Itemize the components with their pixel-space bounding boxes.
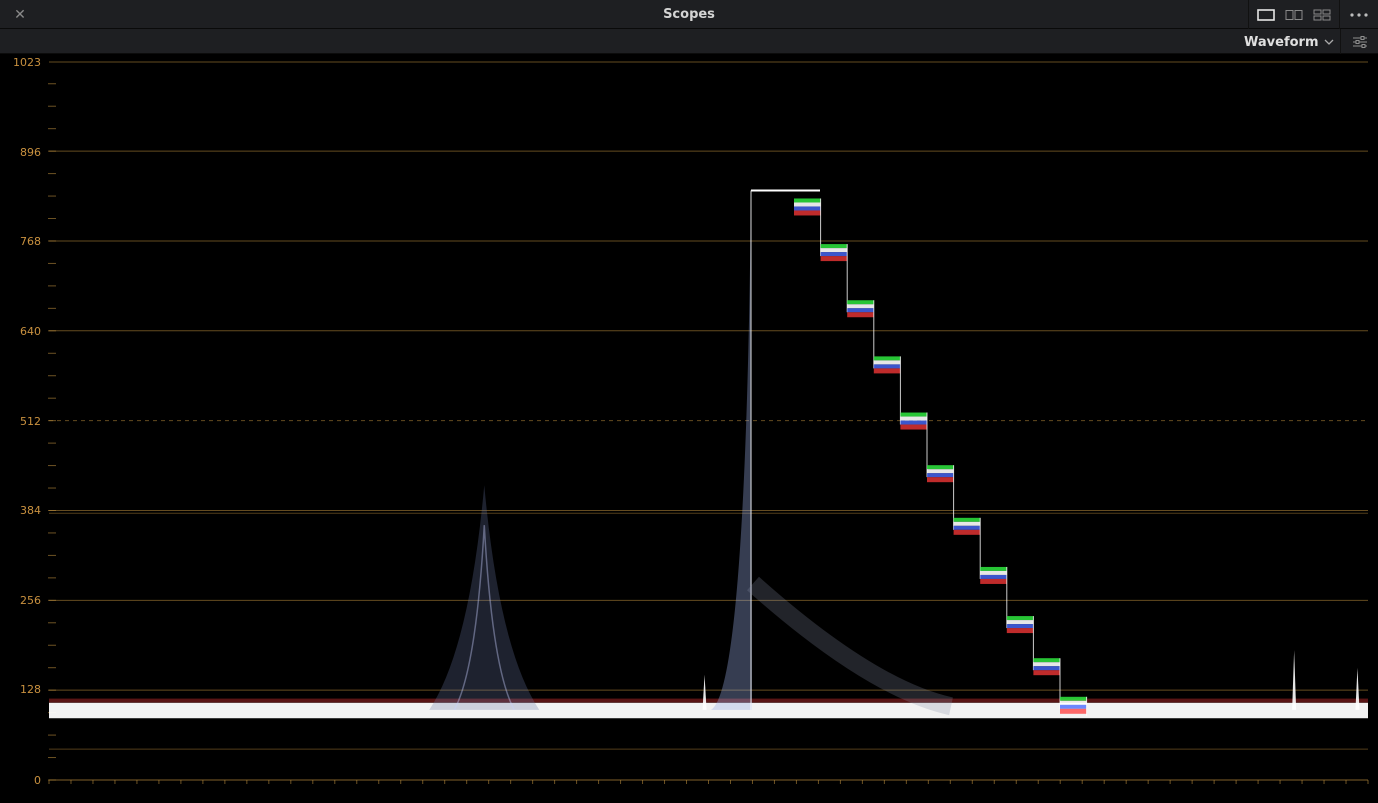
step-green (953, 517, 981, 522)
waveform-display: 1023 896 768 640 512 384 256 128 0 (13, 56, 1369, 787)
step-green (873, 356, 901, 361)
step-red (1060, 708, 1087, 714)
step-white (953, 521, 981, 526)
trace-ramp (711, 190, 752, 710)
step-blue (873, 364, 901, 369)
scale-label-512: 512 (20, 415, 41, 428)
chevron-down-icon (1325, 39, 1334, 45)
step-green (820, 244, 848, 249)
scale-label-0: 0 (34, 774, 41, 787)
step-white (794, 202, 821, 207)
dual-layout-button[interactable] (1283, 5, 1305, 25)
trace-spike (1292, 650, 1297, 710)
title-bar: ✕ Scopes (0, 0, 1378, 29)
sliders-icon (1352, 35, 1367, 48)
step-white (1006, 620, 1034, 625)
quad-layout-icon (1313, 9, 1331, 20)
graticule (48, 61, 1369, 784)
waveform-scope: 1023 896 768 640 512 384 256 128 0 (0, 54, 1378, 803)
step-red (847, 312, 874, 318)
step-green (1006, 616, 1034, 621)
step-blue (927, 473, 954, 478)
step-blue (820, 252, 848, 257)
step-blue (794, 206, 821, 211)
more-options-icon (1350, 12, 1368, 17)
step-blue (1060, 704, 1087, 709)
step-green (1060, 696, 1087, 701)
step-red (794, 210, 821, 216)
scale-label-1023: 1023 (13, 56, 41, 69)
step-green (900, 412, 927, 417)
step-red (900, 424, 927, 430)
step-red (1006, 628, 1034, 634)
step-red (980, 578, 1007, 584)
step-red (953, 529, 981, 535)
more-options-button[interactable] (1339, 0, 1378, 29)
baseline-red-edge (49, 698, 1368, 703)
scope-settings-button[interactable] (1340, 29, 1378, 54)
window-title: Scopes (663, 7, 715, 22)
step-white (847, 304, 874, 309)
quad-layout-button[interactable] (1311, 5, 1333, 25)
trace-spike (1355, 667, 1360, 710)
trace-spike (702, 674, 707, 710)
layout-selector (1248, 0, 1338, 29)
trace-bump (429, 485, 540, 710)
scale-labels: 1023 896 768 640 512 384 256 128 0 (13, 56, 41, 787)
step-green (927, 465, 954, 470)
step-white (980, 570, 1007, 575)
step-blue (1006, 624, 1034, 629)
step-blue (1033, 666, 1060, 671)
trace-glow (747, 576, 954, 716)
step-red (1033, 670, 1060, 676)
scale-label-640: 640 (20, 325, 41, 338)
step-red (820, 256, 848, 262)
scale-label-384: 384 (20, 504, 41, 517)
scope-mode-label: Waveform (1244, 34, 1319, 50)
step-green (980, 566, 1007, 571)
step-white (873, 360, 901, 365)
step-blue (900, 420, 927, 425)
step-green (794, 198, 821, 203)
scope-mode-dropdown[interactable]: Waveform (1244, 32, 1338, 52)
step-white (1033, 662, 1060, 667)
step-white (1060, 700, 1087, 705)
step-red (927, 477, 954, 483)
step-white (900, 416, 927, 421)
step-blue (953, 525, 981, 530)
step-blue (980, 574, 1007, 579)
step-red (873, 368, 901, 374)
single-layout-button[interactable] (1255, 5, 1277, 25)
step-blue (847, 308, 874, 313)
scale-label-128: 128 (20, 683, 41, 696)
step-green (1033, 658, 1060, 663)
scale-label-896: 896 (20, 146, 41, 159)
waveform-trace (49, 189, 1368, 719)
scope-toolbar: Waveform (0, 29, 1378, 54)
step-green (847, 300, 874, 305)
single-layout-icon (1257, 8, 1275, 21)
step-white (820, 248, 848, 253)
scale-label-256: 256 (20, 594, 41, 607)
scale-label-768: 768 (20, 235, 41, 248)
baseline-band (49, 702, 1368, 719)
step-white (927, 469, 954, 474)
dual-layout-icon (1285, 9, 1303, 20)
